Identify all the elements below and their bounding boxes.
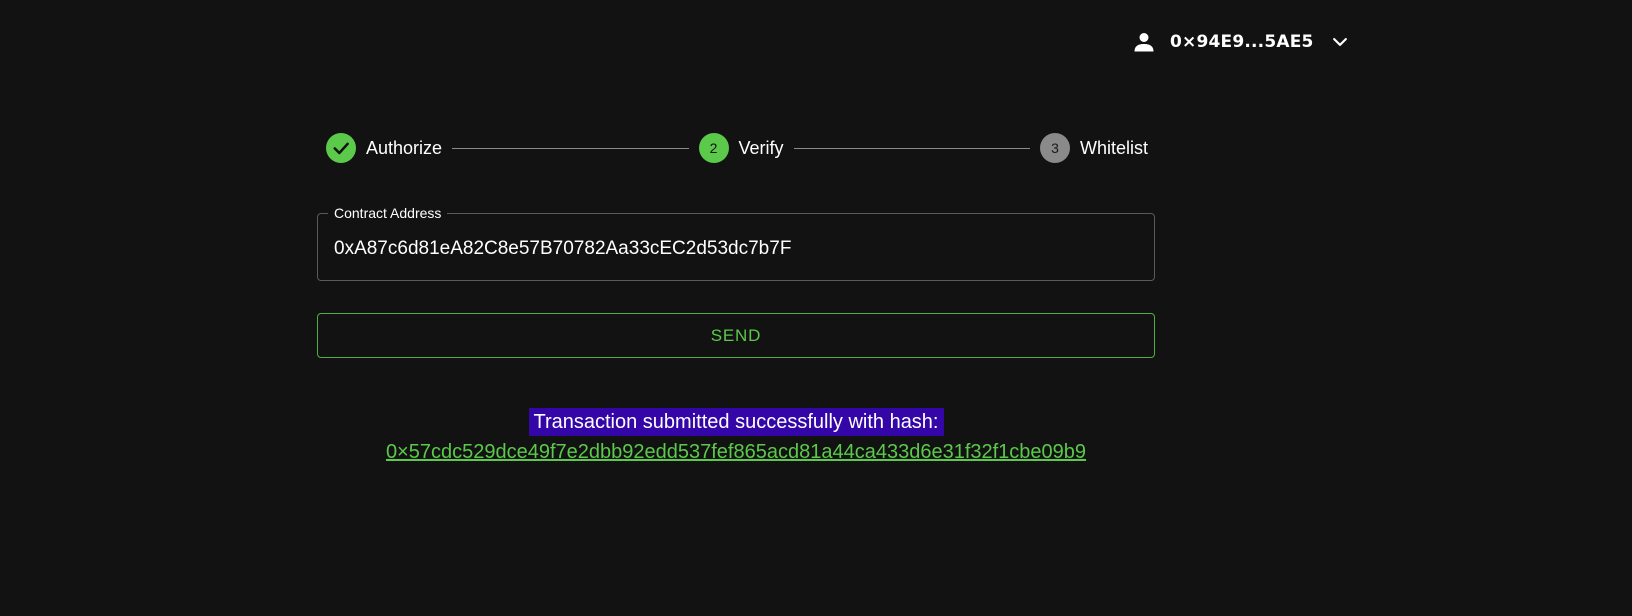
step-label: Authorize <box>366 137 443 158</box>
step-label: Whitelist <box>1079 137 1148 158</box>
account-address: 0×94E9...5AE5 <box>1170 32 1314 52</box>
stepper: Authorize 2 Verify 3 Whitelist <box>326 132 1148 164</box>
transaction-hash-link[interactable]: 0×57cdc529dce49f7e2dbb92edd537fef865acd8… <box>317 439 1155 465</box>
transaction-result: Transaction submitted successfully with … <box>317 408 1155 465</box>
check-icon <box>326 133 356 163</box>
step-authorize: Authorize <box>326 133 442 163</box>
send-button[interactable]: SEND <box>317 313 1155 358</box>
step-label: Verify <box>738 137 784 158</box>
contract-address-input[interactable] <box>318 214 1154 280</box>
success-message: Transaction submitted successfully with … <box>528 408 944 436</box>
step-whitelist: 3 Whitelist <box>1039 133 1148 163</box>
step-number: 3 <box>1039 133 1070 163</box>
step-connector <box>793 147 1030 149</box>
step-verify: 2 Verify <box>698 133 784 163</box>
step-number: 2 <box>698 133 729 163</box>
account-menu[interactable]: 0×94E9...5AE5 <box>1130 26 1352 58</box>
step-connector <box>452 147 689 149</box>
contract-address-field: Contract Address <box>317 204 1155 281</box>
chevron-down-icon[interactable] <box>1328 30 1352 54</box>
user-icon <box>1130 28 1158 56</box>
